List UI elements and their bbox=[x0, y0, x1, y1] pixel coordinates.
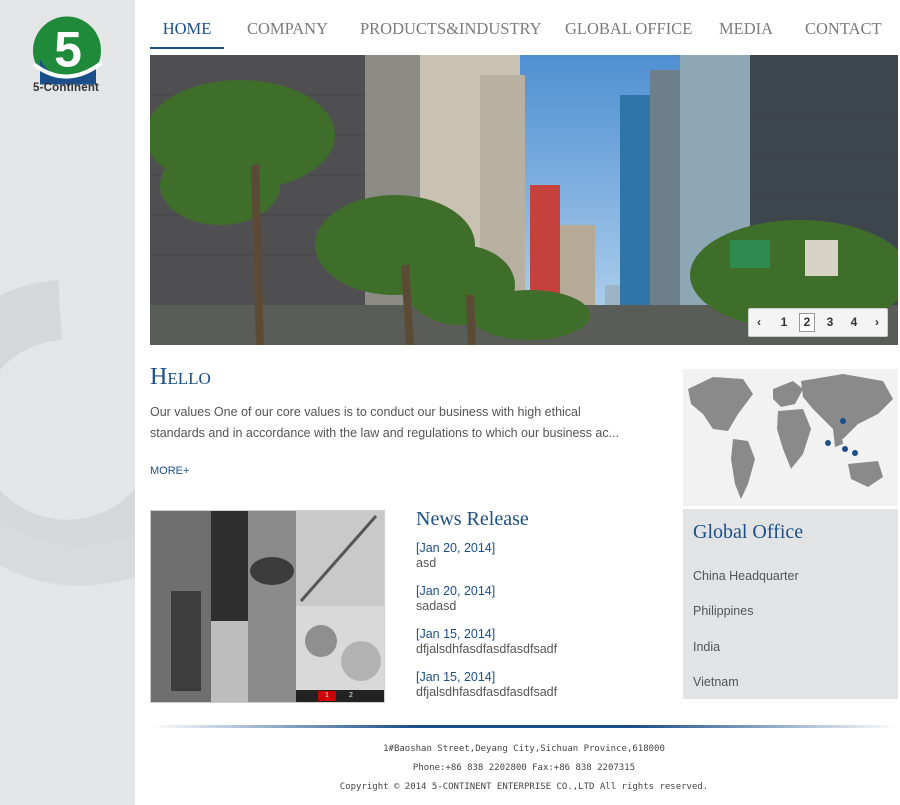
collage-pager: 1 2 bbox=[296, 690, 384, 702]
city-photo bbox=[150, 55, 898, 345]
office-philippines[interactable]: Philippines bbox=[693, 604, 753, 618]
nav-media[interactable]: MEDIA bbox=[719, 14, 773, 47]
news-title: News Release bbox=[416, 508, 529, 530]
global-office-panel: Global Office China Headquarter Philippi… bbox=[683, 509, 898, 699]
office-china[interactable]: China Headquarter bbox=[693, 569, 799, 583]
left-rail: 5 5-Continent bbox=[0, 0, 135, 805]
news-date: [Jan 20, 2014] bbox=[416, 584, 496, 598]
global-office-title: Global Office bbox=[693, 521, 804, 543]
news-headline[interactable]: dfjalsdhfasdfasdfasdfsadf bbox=[416, 642, 666, 657]
main-content: HOME COMPANY PRODUCTS&INDUSTRY GLOBAL OF… bbox=[135, 0, 900, 805]
watermark-logo bbox=[0, 280, 135, 586]
office-india[interactable]: India bbox=[693, 640, 720, 654]
news-item[interactable]: [Jan 20, 2014] asd bbox=[416, 541, 666, 571]
chevron-right-icon[interactable]: › bbox=[869, 309, 885, 336]
page-2[interactable]: 2 bbox=[799, 313, 815, 332]
footer-copyright: Copyright © 2014 5-CONTINENT ENTERPRISE … bbox=[339, 782, 709, 792]
news-headline[interactable]: dfjalsdhfasdfasdfasdfsadf bbox=[416, 685, 666, 700]
nav-products-industry[interactable]: PRODUCTS&INDUSTRY bbox=[360, 14, 542, 47]
footer-address: 1#Baoshan Street,Deyang City,Sichuan Pro… bbox=[383, 744, 665, 754]
nav-company[interactable]: COMPANY bbox=[247, 14, 328, 47]
main-nav: HOME COMPANY PRODUCTS&INDUSTRY GLOBAL OF… bbox=[150, 14, 885, 49]
hello-title: Hello bbox=[150, 364, 211, 390]
hello-text: Our values One of our core values is to … bbox=[150, 405, 620, 440]
news-item[interactable]: [Jan 15, 2014] dfjalsdhfasdfasdfasdfsadf bbox=[416, 670, 666, 700]
banner-pager: ‹ 1 2 3 4 › bbox=[748, 308, 888, 337]
news-date: [Jan 15, 2014] bbox=[416, 627, 496, 641]
footer-phone: Phone:+86 838 2202800 Fax:+86 838 220731… bbox=[412, 763, 636, 773]
chevron-left-icon[interactable]: ‹ bbox=[751, 309, 767, 336]
page-1[interactable]: 1 bbox=[777, 309, 791, 336]
page-4[interactable]: 4 bbox=[847, 309, 861, 336]
collage-dot-1[interactable]: 1 bbox=[318, 691, 336, 701]
world-map-graphic bbox=[683, 369, 898, 506]
footer-divider bbox=[150, 725, 898, 728]
news-item[interactable]: [Jan 20, 2014] sadasd bbox=[416, 584, 666, 614]
office-vietnam[interactable]: Vietnam bbox=[693, 675, 739, 689]
world-map[interactable] bbox=[683, 369, 898, 506]
logo-glyph: 5 bbox=[54, 22, 82, 78]
news-date: [Jan 20, 2014] bbox=[416, 541, 496, 555]
news-headline[interactable]: asd bbox=[416, 556, 666, 571]
news-headline[interactable]: sadasd bbox=[416, 599, 666, 614]
nav-global-office[interactable]: GLOBAL OFFICE bbox=[565, 14, 692, 47]
collage-dot-2[interactable]: 2 bbox=[342, 691, 360, 701]
collage-photos bbox=[151, 511, 384, 702]
more-link[interactable]: MORE+ bbox=[150, 465, 189, 477]
news-item[interactable]: [Jan 15, 2014] dfjalsdhfasdfasdfasdfsadf bbox=[416, 627, 666, 657]
news-date: [Jan 15, 2014] bbox=[416, 670, 496, 684]
hero-banner[interactable]: ‹ 1 2 3 4 › bbox=[150, 55, 898, 345]
nav-contact[interactable]: CONTACT bbox=[805, 14, 882, 47]
photo-collage[interactable]: 1 2 bbox=[150, 510, 385, 703]
nav-home[interactable]: HOME bbox=[150, 14, 224, 49]
page-3[interactable]: 3 bbox=[823, 309, 837, 336]
brand-name: 5-Continent bbox=[33, 82, 100, 94]
